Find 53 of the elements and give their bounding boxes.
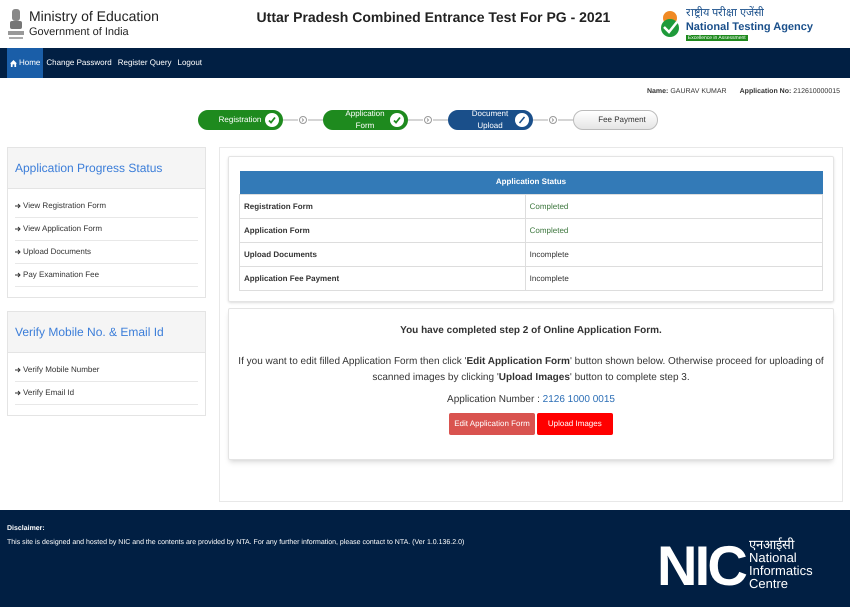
arrow-icon	[15, 390, 21, 396]
table-cell: Completed	[525, 218, 822, 242]
table-header: Application Status	[240, 170, 822, 194]
nic-name: National Informatics Centre	[749, 551, 814, 590]
application-number-value: 2126 1000 0015	[542, 394, 615, 405]
table-cell: Upload Documents	[240, 242, 526, 266]
ministry-name: Ministry of Education	[29, 8, 159, 26]
arrow-icon	[15, 226, 21, 232]
sidebar-link[interactable]: Pay Examination Fee	[15, 264, 198, 286]
step-connector-icon	[533, 114, 573, 124]
completion-heading: You have completed step 2 of Online Application Form.	[400, 324, 662, 338]
sidebar-link[interactable]: View Application Form	[15, 218, 198, 240]
panel-title: Verify Mobile No. & Email Id	[15, 324, 164, 338]
home-icon	[10, 60, 17, 66]
agency-name: National Testing Agency	[686, 20, 813, 35]
sidebar-link[interactable]: Upload Documents	[15, 240, 198, 264]
agency-hindi-name: राष्ट्रीय परीक्षा एजेंसी	[686, 7, 765, 21]
upload-images-button[interactable]: Upload Images	[536, 413, 613, 435]
nav-link[interactable]: Change Password	[43, 48, 115, 78]
table-cell: Application Fee Payment	[240, 266, 526, 290]
nav-link[interactable]: Register Query	[114, 48, 175, 78]
progress-step: Registration	[198, 110, 283, 130]
progress-step: Fee Payment	[573, 110, 658, 130]
sidebar-link[interactable]: View Registration Form	[15, 194, 198, 218]
government-name: Government of India	[29, 26, 130, 40]
pencil-icon	[515, 112, 529, 126]
panel-title: Application Progress Status	[15, 160, 162, 174]
table-cell: Registration Form	[240, 194, 526, 218]
nav-link[interactable]: Home	[7, 48, 44, 78]
emblem-icon	[7, 7, 25, 41]
nic-logo-mark: NIC	[656, 538, 745, 594]
table-cell: Incomplete	[525, 242, 822, 266]
arrow-icon	[15, 366, 21, 372]
table-cell: Completed	[525, 194, 822, 218]
nic-hindi-name: एनआईसी	[749, 538, 796, 551]
step-connector-icon	[283, 114, 323, 124]
sidebar-link[interactable]: Verify Email Id	[15, 382, 198, 404]
sidebar-link[interactable]: Verify Mobile Number	[15, 358, 198, 382]
application-number-label: Application Number :	[447, 394, 540, 405]
check-icon	[265, 112, 279, 126]
nav-link[interactable]: Logout	[174, 48, 205, 78]
exam-title: Uttar Pradesh Combined Entrance Test For PG - 2021	[256, 8, 610, 27]
arrow-icon	[15, 248, 21, 254]
edit-form-button[interactable]: Edit Application Form	[449, 413, 535, 435]
arrow-icon	[15, 202, 21, 208]
step-connector-icon	[408, 114, 448, 124]
progress-step: Document Upload	[448, 110, 533, 130]
table-cell: Incomplete	[525, 266, 822, 290]
table-cell: Application Form	[240, 218, 526, 242]
progress-step: Application Form	[323, 110, 408, 130]
instruction-text: If you want to edit filled Application Form then click 'Edit Application Form' button shown below. Otherwise proceed for uploading of scanned images by clicking 'Upload Images' button to complete step 3.	[237, 355, 825, 385]
arrow-icon	[15, 272, 21, 278]
check-icon	[390, 112, 404, 126]
